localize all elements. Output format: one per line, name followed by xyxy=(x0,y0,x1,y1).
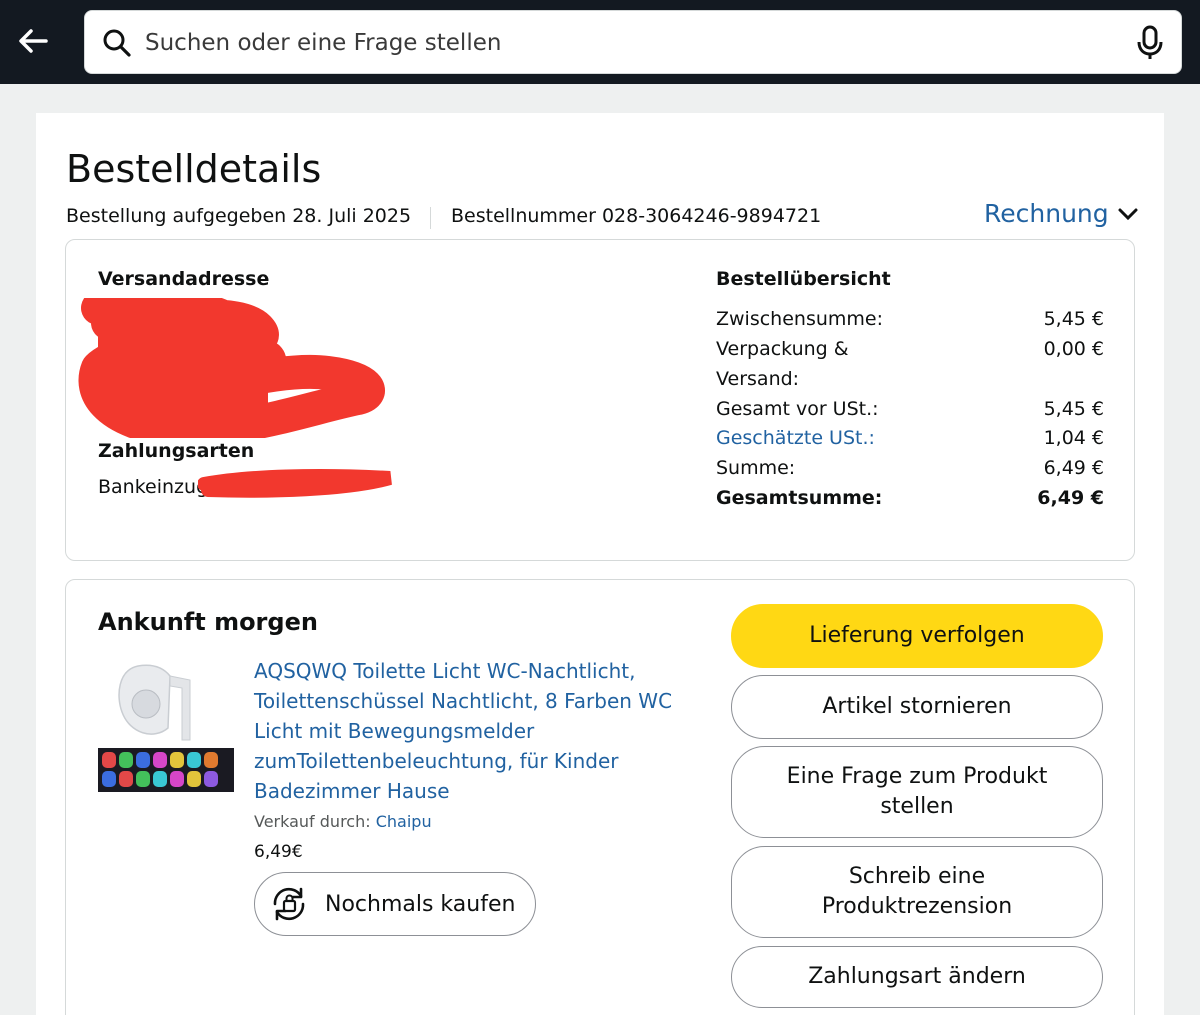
summary-title: Bestellübersicht xyxy=(716,268,891,290)
write-review-button[interactable]: Schreib eine Produktrezension xyxy=(731,846,1103,938)
summary-row-sum: Summe: 6,49 € xyxy=(716,453,1104,483)
search-box[interactable] xyxy=(84,10,1182,74)
payment-methods-label: Zahlungsarten xyxy=(98,440,255,462)
buy-again-label: Nochmals kaufen xyxy=(325,891,516,917)
ask-product-question-button[interactable]: Eine Frage zum Produkt stellen xyxy=(731,746,1103,838)
seller-prefix: Verkauf durch: xyxy=(254,812,371,831)
chevron-down-icon xyxy=(1118,208,1138,220)
summary-value: 6,49 € xyxy=(1043,457,1104,479)
back-arrow-icon[interactable] xyxy=(14,22,52,60)
page-title: Bestelldetails xyxy=(66,147,322,191)
seller-link[interactable]: Chaipu xyxy=(376,812,432,831)
summary-value: 6,49 € xyxy=(1037,487,1104,509)
summary-row-shipping: Verpackung & Versand: 0,00 € xyxy=(716,334,1104,394)
payment-redaction xyxy=(198,469,392,498)
order-number: Bestellnummer 028-3064246-9894721 xyxy=(451,205,822,227)
payment-method-value: Bankeinzug xyxy=(98,476,209,498)
order-summary-card: Versandadresse Zahlungsarten Bankeinzug … xyxy=(65,239,1135,561)
summary-value: 0,00 € xyxy=(1043,338,1104,360)
seller-info: Verkauf durch: Chaipu xyxy=(254,812,432,831)
summary-row-pre-tax: Gesamt vor USt.: 5,45 € xyxy=(716,394,1104,424)
order-date: Bestellung aufgegeben 28. Juli 2025 xyxy=(66,205,412,227)
arrival-status: Ankunft morgen xyxy=(98,608,318,636)
product-image[interactable] xyxy=(98,656,234,792)
top-bar xyxy=(0,0,1200,84)
product-title-link[interactable]: AQSQWQ Toilette Licht WC-Nachtlicht, Toi… xyxy=(254,656,714,806)
track-package-button[interactable]: Lieferung verfolgen xyxy=(731,604,1103,668)
summary-row-subtotal: Zwischensumme: 5,45 € xyxy=(716,304,1104,334)
address-redaction xyxy=(78,298,385,438)
summary-row-total: Gesamtsumme: 6,49 € xyxy=(716,483,1104,513)
shipping-address-label: Versandadresse xyxy=(98,268,270,290)
buy-again-button[interactable]: Nochmals kaufen xyxy=(254,872,536,936)
search-icon xyxy=(103,29,131,57)
mic-icon[interactable] xyxy=(1135,25,1165,61)
rebuy-icon xyxy=(273,887,305,921)
summary-label: Zwischensumme: xyxy=(716,308,884,330)
estimated-tax-link[interactable]: Geschätzte USt.: xyxy=(716,423,916,453)
invoice-label: Rechnung xyxy=(984,199,1109,228)
shipment-card: Ankunft morgen AQSQWQ Toilette Licht WC-… xyxy=(65,579,1135,1015)
order-details-page: Bestelldetails Bestellung aufgegeben 28.… xyxy=(36,113,1164,1015)
summary-value: 5,45 € xyxy=(1043,398,1104,420)
cancel-items-button[interactable]: Artikel stornieren xyxy=(731,675,1103,739)
meta-divider xyxy=(430,207,431,229)
change-payment-button[interactable]: Zahlungsart ändern xyxy=(731,946,1103,1008)
search-input[interactable] xyxy=(145,21,1105,65)
summary-label: Verpackung & Versand: xyxy=(716,338,849,390)
summary-value: 5,45 € xyxy=(1043,308,1104,330)
summary-row-tax: Geschätzte USt.: 1,04 € xyxy=(716,423,1104,453)
summary-label: Summe: xyxy=(716,457,796,479)
product-price: 6,49€ xyxy=(254,842,303,862)
invoice-dropdown[interactable]: Rechnung xyxy=(984,199,1139,228)
summary-label: Gesamtsumme: xyxy=(716,487,883,509)
summary-value: 1,04 € xyxy=(1043,427,1104,449)
summary-label: Gesamt vor USt.: xyxy=(716,398,879,420)
